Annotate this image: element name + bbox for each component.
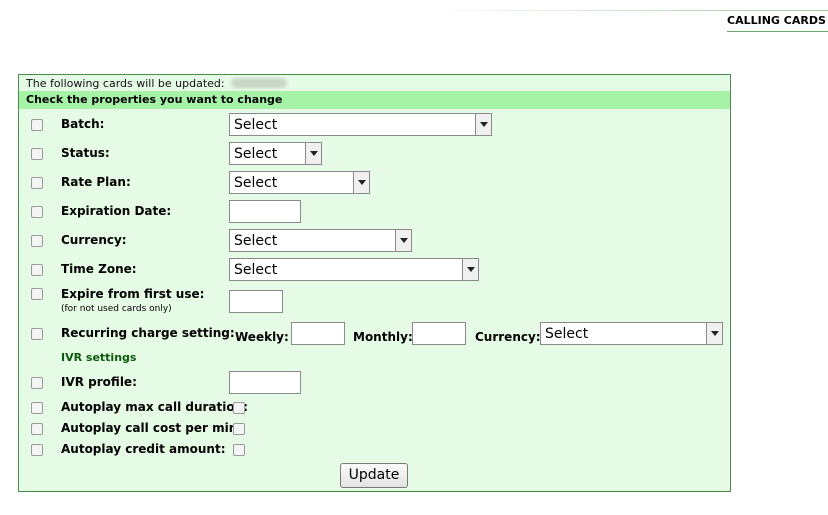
autoplay-credit-amount-label: Autoplay credit amount: [61,442,226,456]
rate-plan-label: Rate Plan: [61,175,131,189]
chevron-down-icon [353,172,369,193]
recurring-currency-label: Currency: [475,330,541,344]
autoplay-max-call-duration-checkbox[interactable] [31,402,43,414]
status-select[interactable]: Select [229,142,322,165]
batch-select[interactable]: Select [229,113,492,136]
chevron-down-icon [305,143,321,164]
chevron-down-icon [475,114,491,135]
status-checkbox[interactable] [31,148,43,160]
expire-first-use-checkbox[interactable] [31,288,43,300]
autoplay-call-cost-checkbox[interactable] [31,423,43,435]
recurring-currency-select-value: Select [545,326,589,342]
recurring-currency-select[interactable]: Select [540,322,723,345]
expiration-date-checkbox[interactable] [31,206,43,218]
properties-header-bar: Check the properties you want to change [19,91,730,109]
batch-select-value: Select [234,117,278,133]
autoplay-call-cost-label: Autoplay call cost per min: [61,421,243,435]
recurring-charge-checkbox[interactable] [31,328,43,340]
autoplay-max-call-duration-toggle[interactable] [233,402,245,414]
expire-first-use-input[interactable] [229,290,283,313]
time-zone-checkbox[interactable] [31,264,43,276]
status-label: Status: [61,146,110,160]
chevron-down-icon [706,323,722,344]
batch-label: Batch: [61,117,105,131]
chevron-down-icon [462,259,478,280]
ivr-profile-input[interactable] [229,371,301,394]
autoplay-credit-amount-toggle[interactable] [233,444,245,456]
info-line: The following cards will be updated: [26,76,287,91]
recurring-charge-label: Recurring charge setting: [61,326,235,340]
ivr-settings-title: IVR settings [61,351,137,364]
page-title: CALLING CARDS [727,14,828,32]
currency-select-value: Select [234,233,278,249]
ivr-profile-label: IVR profile: [61,375,137,389]
top-divider-line [430,10,828,11]
autoplay-call-cost-toggle[interactable] [233,423,245,435]
currency-select[interactable]: Select [229,229,412,252]
autoplay-credit-amount-checkbox[interactable] [31,444,43,456]
chevron-down-icon [395,230,411,251]
expiration-date-input[interactable] [229,200,301,223]
expire-first-use-label: Expire from first use: [61,287,205,301]
time-zone-label: Time Zone: [61,262,137,276]
properties-header-text: Check the properties you want to change [26,93,283,106]
currency-checkbox[interactable] [31,235,43,247]
expiration-date-label: Expiration Date: [61,204,172,218]
autoplay-max-call-duration-label: Autoplay max call duration: [61,400,248,414]
batch-checkbox[interactable] [31,119,43,131]
monthly-input[interactable] [412,322,466,345]
ivr-profile-checkbox[interactable] [31,377,43,389]
weekly-input[interactable] [291,322,345,345]
info-text: The following cards will be updated: [26,77,225,90]
rate-plan-checkbox[interactable] [31,177,43,189]
rate-plan-select[interactable]: Select [229,171,370,194]
redacted-card-count [230,78,287,88]
monthly-label: Monthly: [353,330,413,344]
update-button[interactable]: Update [340,463,408,488]
expire-first-use-note: (for not used cards only) [61,304,172,314]
status-select-value: Select [234,146,278,162]
update-cards-panel: The following cards will be updated: Che… [18,74,731,492]
weekly-label: Weekly: [235,330,289,344]
time-zone-select-value: Select [234,262,278,278]
currency-label: Currency: [61,233,127,247]
time-zone-select[interactable]: Select [229,258,479,281]
rate-plan-select-value: Select [234,175,278,191]
